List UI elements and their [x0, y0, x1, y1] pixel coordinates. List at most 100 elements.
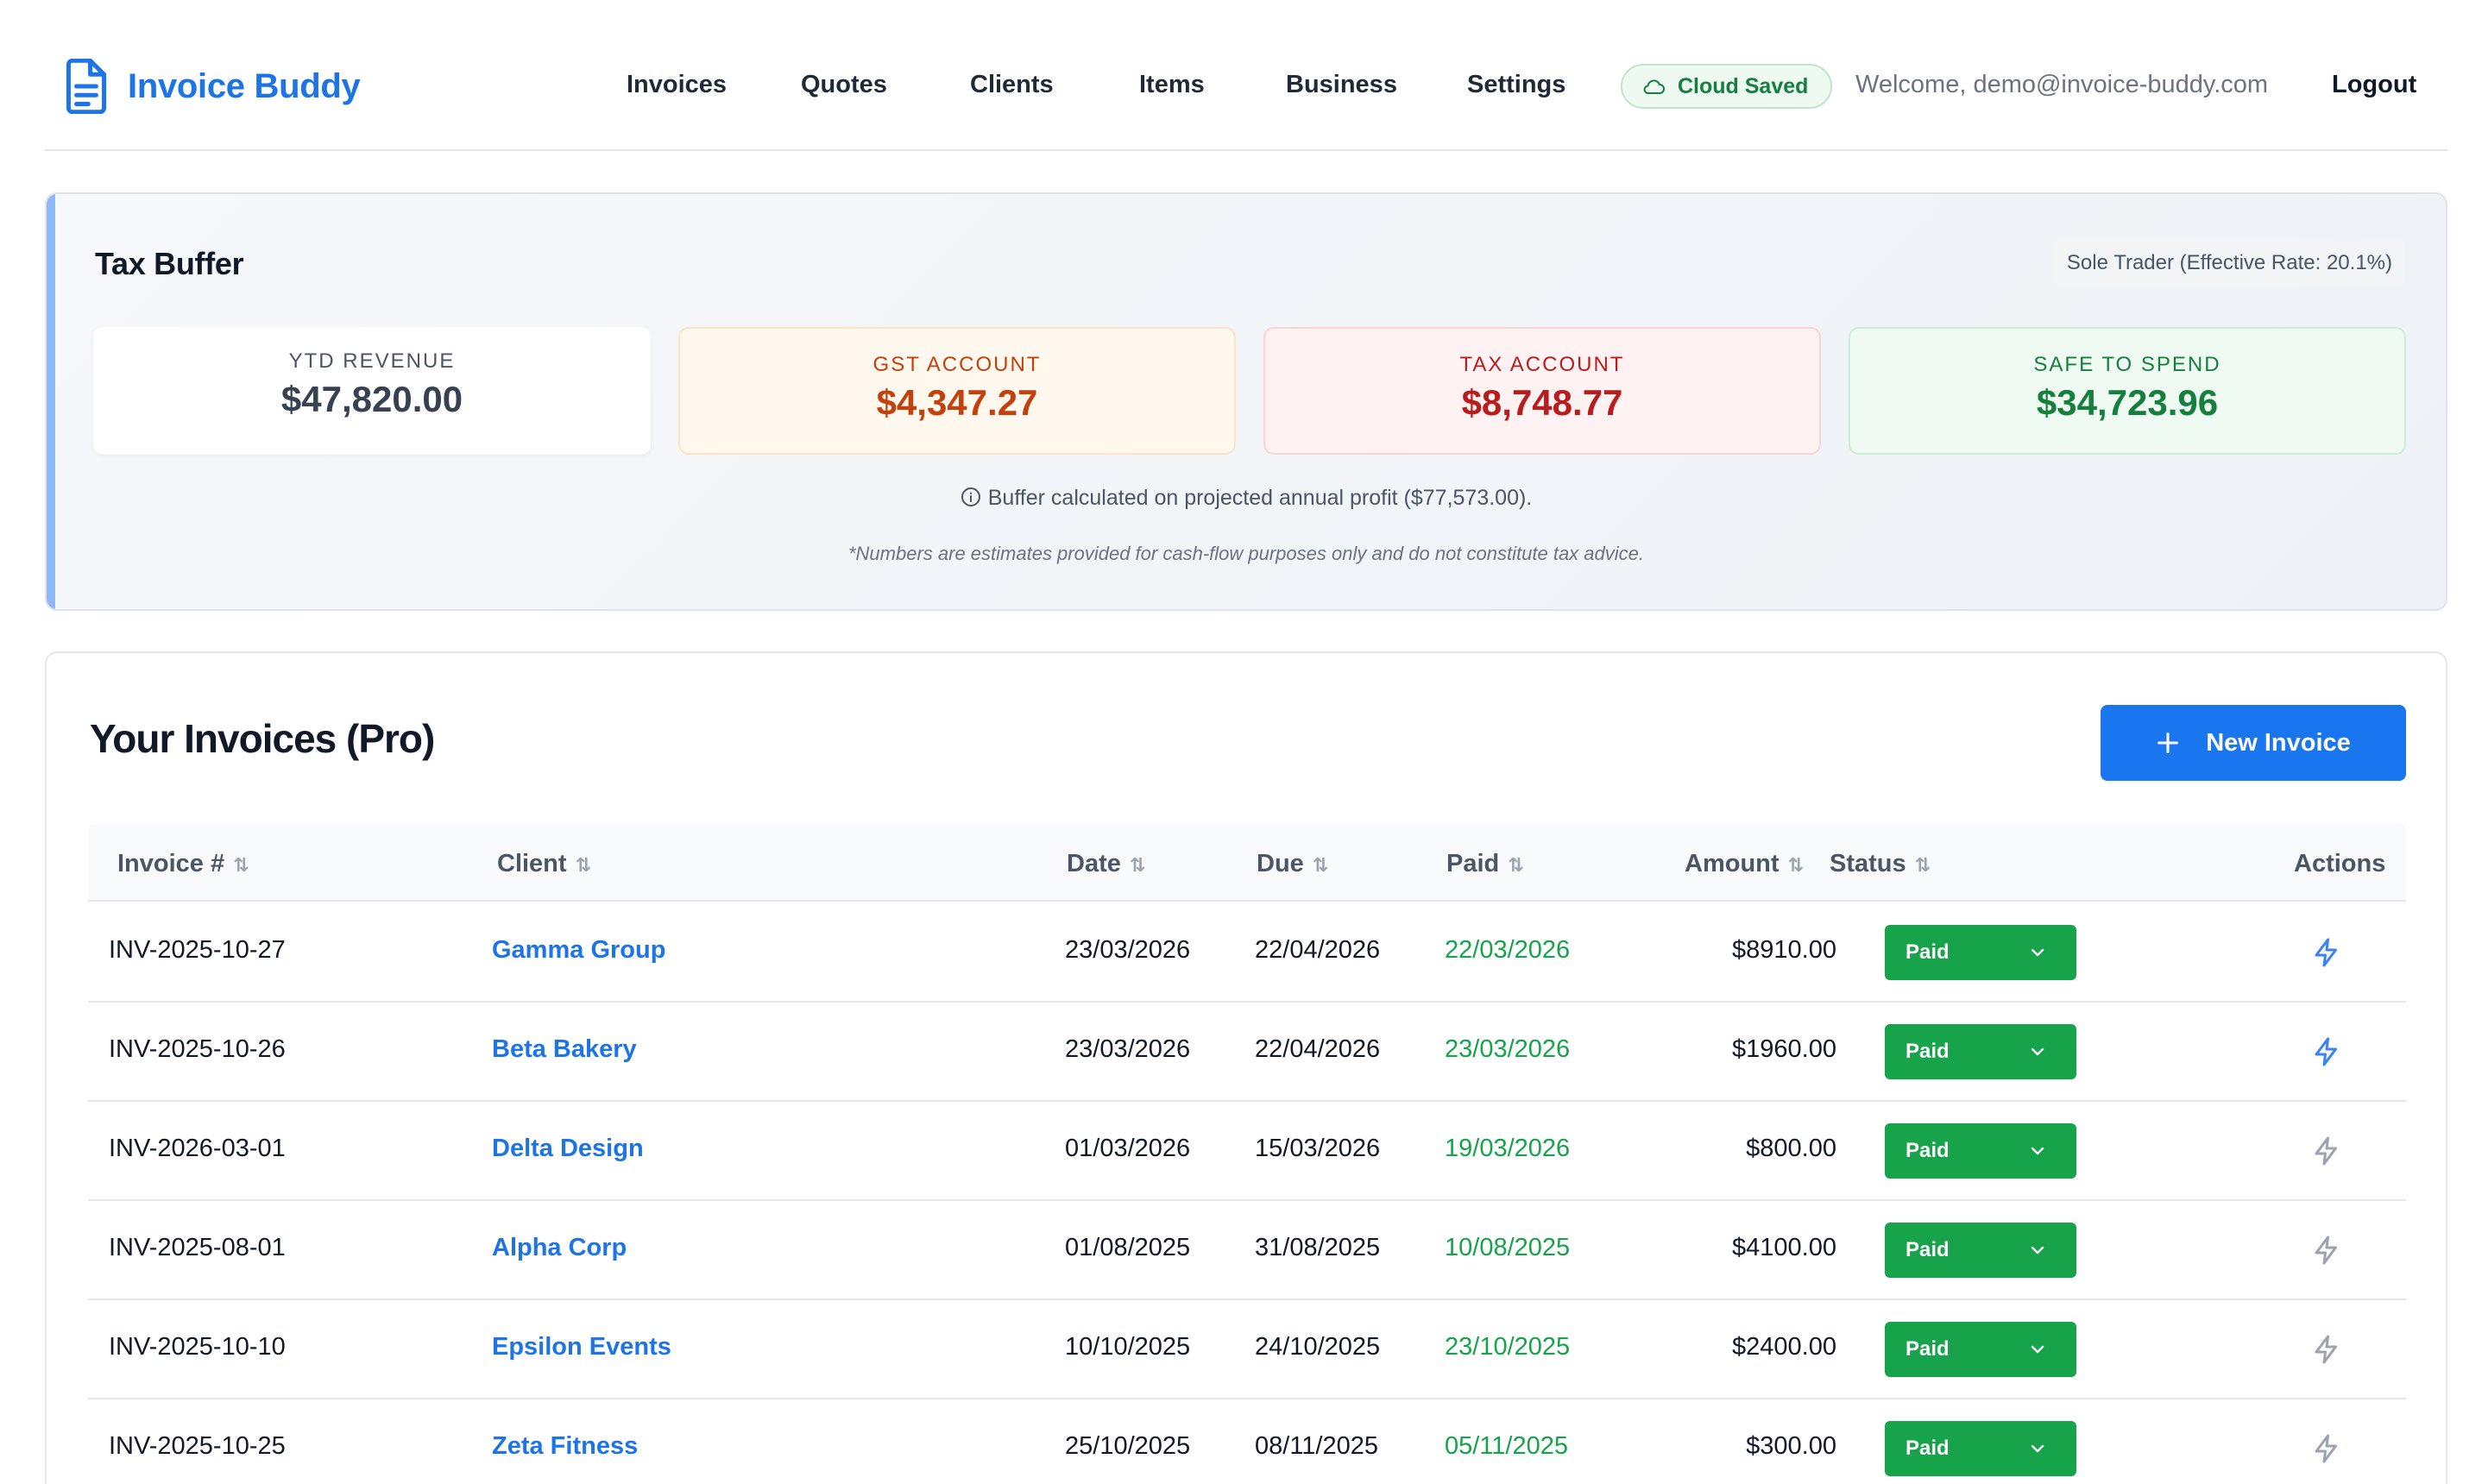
nav-clients[interactable]: Clients: [970, 71, 1054, 99]
nav-settings[interactable]: Settings: [1467, 71, 1565, 99]
invoice-date: 01/08/2025: [1065, 1234, 1191, 1261]
stat-label: SAFE TO SPEND: [2033, 353, 2221, 376]
paid-date: 05/11/2025: [1445, 1432, 1568, 1460]
column-header-client[interactable]: Client ⇅: [497, 850, 591, 878]
due-date: 24/10/2025: [1255, 1333, 1381, 1361]
invoice-number: INV-2025-10-27: [109, 936, 286, 964]
invoice-number: INV-2025-10-10: [109, 1333, 286, 1361]
table-row[interactable]: INV-2026-03-01 Delta Design 01/03/2026 15/0…: [88, 1102, 2406, 1201]
column-header-date[interactable]: Date ⇅: [1067, 850, 1145, 878]
due-date: 22/04/2026: [1255, 1035, 1381, 1063]
nav-quotes[interactable]: Quotes: [801, 71, 887, 99]
invoice-number: INV-2025-10-26: [109, 1035, 286, 1063]
lightning-icon[interactable]: [2311, 1334, 2342, 1365]
plus-icon: [2158, 732, 2179, 754]
status-select[interactable]: Paid: [1885, 1421, 2076, 1476]
invoice-date: 25/10/2025: [1065, 1432, 1191, 1460]
stat-label: GST ACCOUNT: [872, 353, 1042, 376]
lightning-icon[interactable]: [2311, 937, 2342, 968]
stat-value: $47,820.00: [280, 379, 463, 419]
column-header-invoice[interactable]: Invoice # ⇅: [117, 850, 249, 878]
sort-icon: ⇅: [1508, 854, 1524, 876]
lightning-icon[interactable]: [2311, 1135, 2342, 1166]
nav-invoices[interactable]: Invoices: [627, 71, 727, 99]
gst-account-card: GST ACCOUNT $4,347.27: [678, 327, 1236, 455]
stat-label: YTD REVENUE: [288, 349, 456, 373]
nav-items[interactable]: Items: [1139, 71, 1205, 99]
tax-disclaimer: *Numbers are estimates provided for cash…: [847, 543, 1645, 564]
sort-icon: ⇅: [233, 854, 249, 876]
table-row[interactable]: INV-2025-10-25 Zeta Fitness 25/10/2025 08/1…: [88, 1399, 2406, 1484]
invoice-date: 23/03/2026: [1065, 936, 1191, 964]
column-header-amount[interactable]: Amount ⇅: [1685, 850, 1804, 878]
top-header: Invoice Buddy Invoices Quotes Clients It…: [45, 0, 2447, 151]
client-link[interactable]: Alpha Corp: [492, 1234, 627, 1262]
column-label: Due: [1257, 850, 1304, 877]
chevron-down-icon: [2031, 1047, 2044, 1056]
tax-mode-chip: Sole Trader (Effective Rate: 20.1%): [2054, 239, 2404, 287]
paid-date: 19/03/2026: [1445, 1135, 1571, 1162]
invoice-number: INV-2025-08-01: [109, 1234, 286, 1261]
due-date: 08/11/2025: [1255, 1432, 1378, 1460]
column-label: Paid: [1446, 850, 1500, 877]
due-date: 22/04/2026: [1255, 936, 1381, 964]
paid-date: 23/03/2026: [1445, 1035, 1571, 1063]
paid-date: 10/08/2025: [1445, 1234, 1571, 1261]
column-header-due[interactable]: Due ⇅: [1257, 850, 1328, 878]
column-label: Date: [1067, 850, 1121, 877]
cloud-status-label: Cloud Saved: [1678, 73, 1809, 98]
ytd-revenue-card: YTD REVENUE $47,820.00: [93, 327, 651, 455]
column-label: Status: [1830, 850, 1906, 877]
table-row[interactable]: INV-2025-08-01 Alpha Corp 01/08/2025 31/08/…: [88, 1201, 2406, 1300]
table-row[interactable]: INV-2025-10-27 Gamma Group 23/03/2026 22/04…: [88, 903, 2406, 1003]
due-date: 31/08/2025: [1255, 1234, 1381, 1261]
invoice-amount: $300.00: [1746, 1432, 1836, 1460]
welcome-text: Welcome, demo@invoice-buddy.com: [1855, 71, 2269, 98]
due-date: 15/03/2026: [1255, 1135, 1381, 1162]
new-invoice-label: New Invoice: [2206, 728, 2351, 757]
column-header-status[interactable]: Status ⇅: [1830, 850, 1931, 878]
status-value: Paid: [1906, 940, 1950, 964]
invoices-card: Your Invoices (Pro) New Invoice Invoice …: [45, 651, 2447, 1484]
chevron-down-icon: [2031, 1345, 2044, 1354]
nav-business[interactable]: Business: [1286, 71, 1397, 99]
column-label: Invoice #: [117, 850, 225, 877]
table-row[interactable]: INV-2025-10-26 Beta Bakery 23/03/2026 22/04…: [88, 1003, 2406, 1102]
tax-account-card: TAX ACCOUNT $8,748.77: [1263, 327, 1821, 455]
invoice-number: INV-2025-10-25: [109, 1432, 286, 1460]
client-link[interactable]: Beta Bakery: [492, 1035, 637, 1064]
invoice-amount: $2400.00: [1732, 1333, 1836, 1361]
new-invoice-button[interactable]: New Invoice: [2101, 705, 2406, 781]
status-select[interactable]: Paid: [1885, 1223, 2076, 1278]
client-link[interactable]: Delta Design: [492, 1135, 644, 1163]
stat-label: TAX ACCOUNT: [1459, 353, 1625, 376]
chevron-down-icon: [2031, 1147, 2044, 1155]
invoice-amount: $8910.00: [1732, 936, 1836, 964]
lightning-icon[interactable]: [2311, 1433, 2342, 1464]
logout-link[interactable]: Logout: [2332, 71, 2416, 99]
safe-to-spend-card: SAFE TO SPEND $34,723.96: [1849, 327, 2406, 455]
column-header-paid[interactable]: Paid ⇅: [1446, 850, 1524, 878]
lightning-icon[interactable]: [2311, 1036, 2342, 1067]
column-header-actions: Actions: [2294, 850, 2386, 877]
status-select[interactable]: Paid: [1885, 1024, 2076, 1079]
invoice-amount: $800.00: [1746, 1135, 1836, 1162]
status-value: Paid: [1906, 1437, 1950, 1460]
chevron-down-icon: [2031, 1246, 2044, 1254]
status-value: Paid: [1906, 1238, 1950, 1261]
buffer-note: Buffer calculated on projected annual pr…: [47, 486, 2446, 511]
status-value: Paid: [1906, 1139, 1950, 1162]
info-icon: [961, 487, 980, 506]
status-select[interactable]: Paid: [1885, 1322, 2076, 1377]
lightning-icon[interactable]: [2311, 1235, 2342, 1266]
status-select[interactable]: Paid: [1885, 925, 2076, 980]
brand[interactable]: Invoice Buddy: [62, 59, 361, 114]
invoices-title: Your Invoices (Pro): [90, 716, 435, 761]
status-select[interactable]: Paid: [1885, 1123, 2076, 1179]
sort-icon: ⇅: [575, 854, 591, 876]
tax-buffer-title: Tax Buffer: [95, 246, 244, 281]
table-row[interactable]: INV-2025-10-10 Epsilon Events 10/10/2025 24…: [88, 1300, 2406, 1399]
client-link[interactable]: Epsilon Events: [492, 1333, 671, 1361]
client-link[interactable]: Gamma Group: [492, 936, 665, 965]
client-link[interactable]: Zeta Fitness: [492, 1432, 638, 1461]
